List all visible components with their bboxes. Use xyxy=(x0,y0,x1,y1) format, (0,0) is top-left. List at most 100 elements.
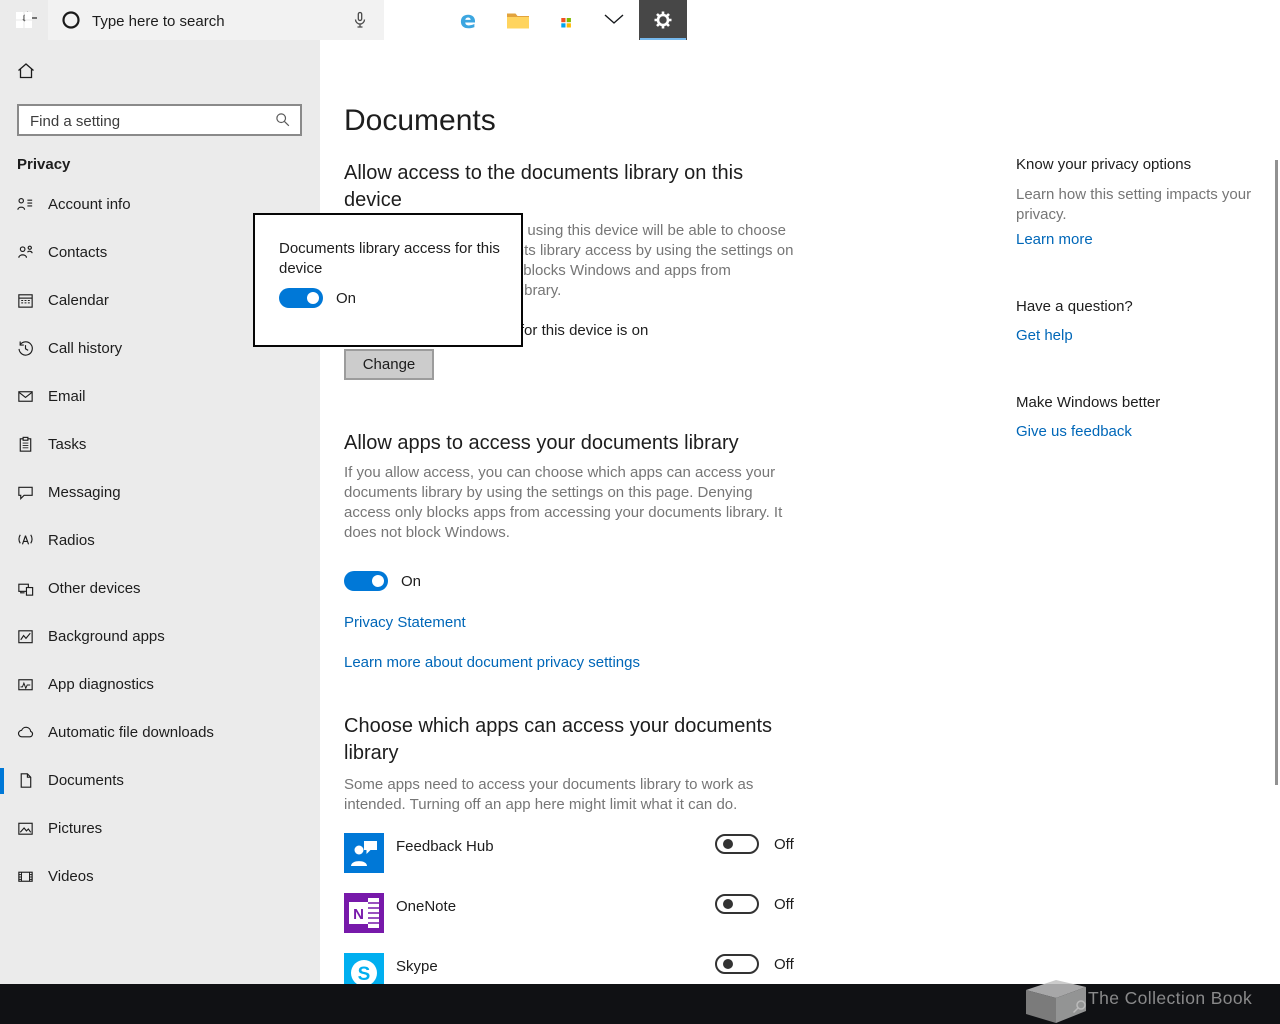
sidebar-item-app-diagnostics[interactable]: App diagnostics xyxy=(0,661,320,709)
app-name: OneNote xyxy=(396,898,457,915)
sidebar-item-label: Email xyxy=(48,388,86,405)
email-icon xyxy=(16,387,35,406)
search-input[interactable] xyxy=(28,106,262,136)
sidebar-item-label: Pictures xyxy=(48,820,103,837)
learn-more-link[interactable]: Learn more xyxy=(1016,231,1093,248)
task-view-button[interactable] xyxy=(384,0,432,40)
onenote-icon: N xyxy=(344,893,384,933)
mail-icon xyxy=(604,14,624,27)
edge-icon: e xyxy=(460,7,476,33)
messaging-icon xyxy=(16,483,35,502)
network-icon xyxy=(1110,14,1128,26)
sidebar-item-messaging[interactable]: Messaging xyxy=(0,469,320,517)
action-center-button[interactable] xyxy=(1230,0,1260,40)
other-devices-icon xyxy=(16,579,35,598)
sidebar-item-label: Videos xyxy=(48,868,94,885)
clock-time: 10:20 AM xyxy=(1167,6,1219,20)
sidebar-item-label: Account info xyxy=(48,196,131,213)
get-help-link[interactable]: Get help xyxy=(1016,327,1073,344)
app-name: Skype xyxy=(396,958,438,975)
watermark-text: The Collection Book xyxy=(1088,988,1253,1008)
calendar-icon xyxy=(16,291,35,310)
search-icon[interactable] xyxy=(274,111,292,129)
sidebar-item-label: Call history xyxy=(48,340,123,357)
svg-text:e: e xyxy=(460,7,476,33)
taskbar-search[interactable] xyxy=(48,0,384,40)
find-setting-search[interactable] xyxy=(17,104,302,136)
privacy-statement-link[interactable]: Privacy Statement xyxy=(344,614,466,631)
home-icon[interactable] xyxy=(16,60,36,82)
file-explorer-taskbar-button[interactable] xyxy=(494,0,542,40)
sidebar-item-label: Calendar xyxy=(48,292,109,309)
device-access-heading: Allow access to the documents library on… xyxy=(344,162,744,211)
sidebar-item-label: Messaging xyxy=(48,484,121,501)
app-toggle-state: Off xyxy=(774,836,794,853)
give-us-feedback-link[interactable]: Give us feedback xyxy=(1016,423,1132,440)
store-taskbar-button[interactable] xyxy=(542,0,590,40)
sidebar-item-label: Tasks xyxy=(48,436,87,453)
app-access-toggle[interactable] xyxy=(344,571,388,591)
sidebar-item-label: Other devices xyxy=(48,580,141,597)
network-tray-button[interactable] xyxy=(1105,0,1133,40)
edge-taskbar-button[interactable]: e xyxy=(444,0,492,40)
sidebar-item-other-devices[interactable]: Other devices xyxy=(0,565,320,613)
start-button[interactable] xyxy=(0,0,48,40)
taskbar-search-input[interactable] xyxy=(90,8,344,34)
have-a-question-heading: Have a question? xyxy=(1016,298,1133,315)
svg-text:S: S xyxy=(358,964,371,985)
selected-indicator xyxy=(0,768,4,794)
sidebar-item-automatic-file-downloads[interactable]: Automatic file downloads xyxy=(0,709,320,757)
sidebar-item-label: Contacts xyxy=(48,244,108,261)
speaker-icon xyxy=(1140,14,1154,26)
scrollbar-thumb[interactable] xyxy=(1275,160,1278,785)
documents-icon xyxy=(16,771,35,790)
toggle-dot xyxy=(723,899,733,909)
store-icon xyxy=(558,11,574,29)
sidebar-item-pictures[interactable]: Pictures xyxy=(0,805,320,853)
sidebar-item-videos[interactable]: Videos xyxy=(0,853,320,901)
skype-toggle[interactable] xyxy=(715,954,759,974)
app-access-toggle-label: On xyxy=(401,573,422,590)
change-button[interactable]: Change xyxy=(344,349,434,380)
sidebar-item-email[interactable]: Email xyxy=(0,373,320,421)
tasks-icon xyxy=(16,435,35,454)
choose-apps-description: Some apps need to access your documents … xyxy=(344,776,754,813)
onenote-toggle[interactable] xyxy=(715,894,759,914)
popup-toggle[interactable] xyxy=(279,288,323,308)
make-windows-better-heading: Make Windows better xyxy=(1016,394,1161,411)
sidebar-item-label: Radios xyxy=(48,532,95,549)
clock-date: 1/7/2018 xyxy=(1169,20,1217,34)
active-app-indicator xyxy=(640,38,686,40)
app-row-onenote: N OneNote Off xyxy=(344,893,814,933)
app-access-description: If you allow access, you can choose whic… xyxy=(344,464,783,541)
popup-text: Documents library access for this device xyxy=(279,240,500,277)
action-center-icon xyxy=(1237,13,1253,29)
automatic-file-downloads-icon xyxy=(16,723,35,742)
choose-apps-heading: Choose which apps can access your docume… xyxy=(344,715,773,764)
privacy-options-description: Learn how this setting impacts your priv… xyxy=(1016,186,1252,223)
app-row-feedback-hub: Feedback Hub Off xyxy=(344,833,814,873)
app-name: Feedback Hub xyxy=(396,838,494,855)
call-history-icon xyxy=(16,339,35,358)
mail-taskbar-button[interactable] xyxy=(590,0,638,40)
popup-toggle-label: On xyxy=(336,290,357,307)
feedback-hub-toggle[interactable] xyxy=(715,834,759,854)
app-toggle-state: Off xyxy=(774,956,794,973)
cortana-icon xyxy=(61,10,81,30)
show-hidden-icons-button[interactable] xyxy=(1078,0,1102,40)
background-apps-icon xyxy=(16,627,35,646)
taskbar-clock[interactable]: 10:20 AM 1/7/2018 xyxy=(1162,6,1224,34)
volume-tray-button[interactable] xyxy=(1134,0,1160,40)
toggle-dot xyxy=(723,839,733,849)
sidebar-item-tasks[interactable]: Tasks xyxy=(0,421,320,469)
file-explorer-icon xyxy=(507,13,529,29)
microphone-icon[interactable] xyxy=(350,10,370,30)
documents-library-access-popup: Documents library access for this device… xyxy=(253,213,523,347)
settings-taskbar-button[interactable] xyxy=(639,0,687,40)
main-content: Documents Allow access to the documents … xyxy=(320,0,1280,993)
sidebar-item-documents[interactable]: Documents xyxy=(0,757,320,805)
sidebar-item-radios[interactable]: Radios xyxy=(0,517,320,565)
learn-more-documents-link[interactable]: Learn more about document privacy settin… xyxy=(344,654,640,671)
toggle-knob xyxy=(307,292,319,304)
sidebar-item-background-apps[interactable]: Background apps xyxy=(0,613,320,661)
